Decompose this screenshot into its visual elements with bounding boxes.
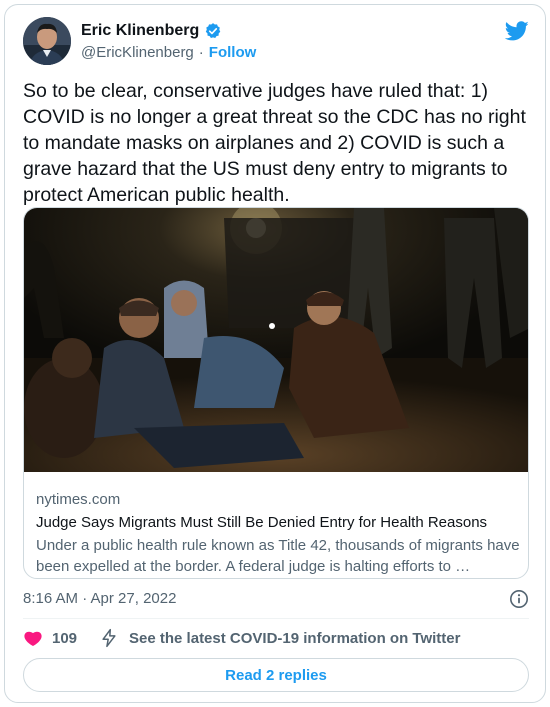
info-icon[interactable] [509,589,529,609]
verified-badge-icon [204,22,222,40]
tweet-actions: 109 See the latest COVID-19 information … [23,627,460,649]
tweet-timestamp[interactable]: 8:16 AM · Apr 27, 2022 [23,589,176,609]
like-count[interactable]: 109 [52,630,77,647]
link-meta: nytimes.com Judge Says Migrants Must Sti… [36,490,520,577]
author-name-row[interactable]: Eric Klinenberg [81,21,222,41]
tweet-card: Eric Klinenberg @EricKlinenberg · Follow… [4,4,546,703]
twitter-bird-icon[interactable] [504,19,529,43]
author-handle[interactable]: @EricKlinenberg [81,43,194,63]
link-title[interactable]: Judge Says Migrants Must Still Be Denied… [36,513,520,533]
author-name[interactable]: Eric Klinenberg [81,21,199,41]
lightning-bolt-icon[interactable] [99,628,119,648]
covid-info-link[interactable]: See the latest COVID-19 information on T… [129,630,460,647]
heart-icon[interactable] [23,628,43,648]
avatar[interactable] [23,17,71,65]
handle-row: @EricKlinenberg · Follow [81,43,256,63]
link-domain: nytimes.com [36,491,121,508]
separator-dot: · [198,44,204,61]
link-preview-image[interactable] [24,208,528,472]
follow-button[interactable]: Follow [209,43,257,63]
read-replies-button[interactable]: Read 2 replies [23,658,529,692]
divider [23,618,529,619]
tweet-text: So to be clear, conservative judges have… [23,80,526,206]
link-preview-card[interactable]: nytimes.com Judge Says Migrants Must Sti… [23,207,529,579]
link-description: Under a public health rule known as Titl… [36,537,520,575]
